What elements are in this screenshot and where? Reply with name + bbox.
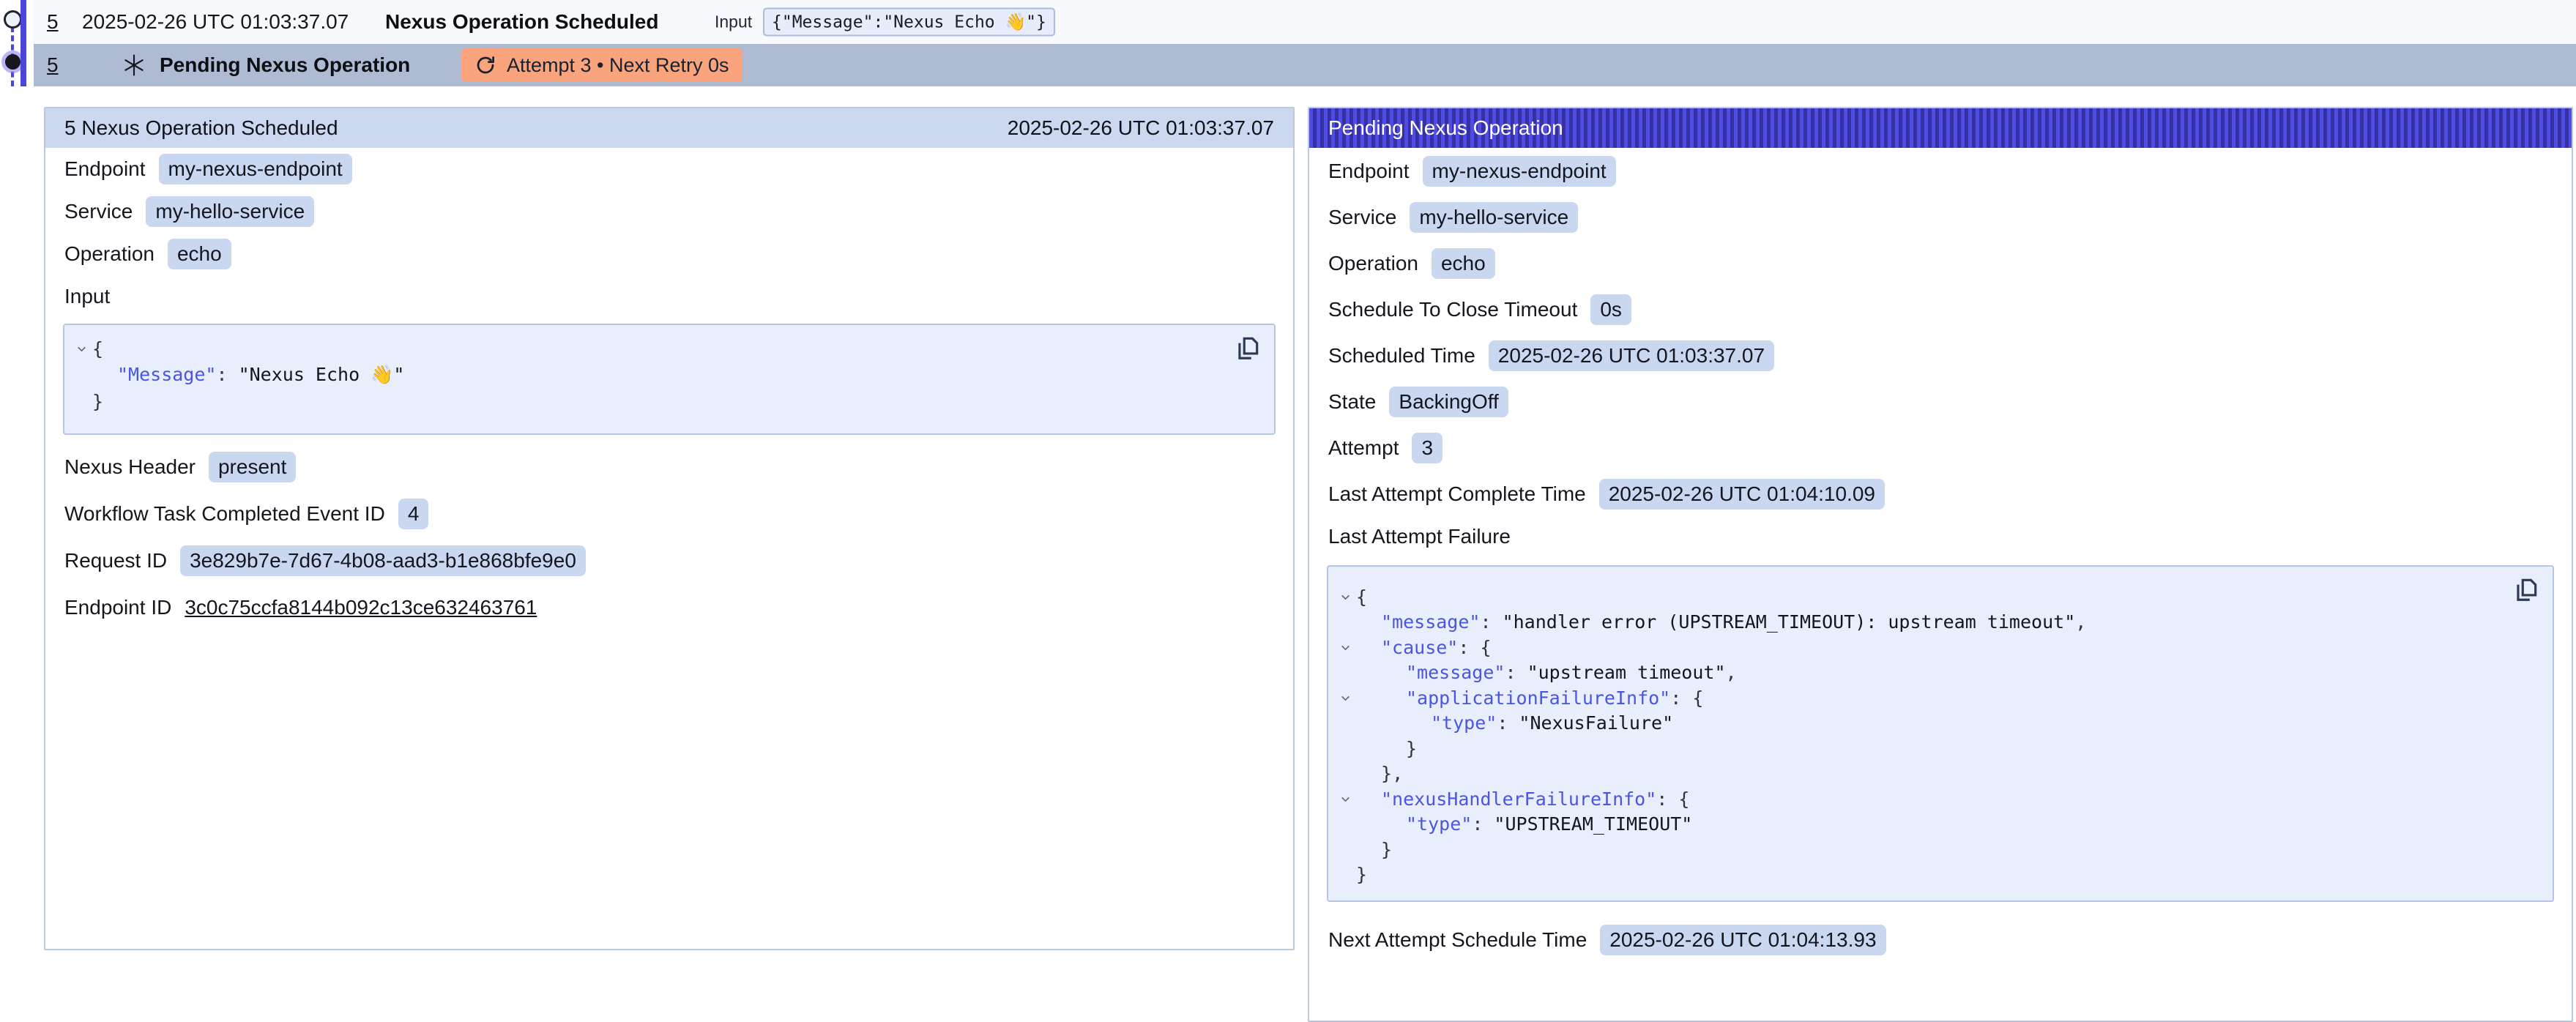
detail-row-endpoint: Endpoint my-nexus-endpoint [45,148,1293,190]
collapse-chevron-icon[interactable] [1334,692,1356,704]
collapse-chevron-icon[interactable] [1334,591,1356,603]
retry-icon [474,54,496,76]
json-code-text: "type": "NexusFailure" [1356,712,1673,734]
json-code-line: "message": "handler error (UPSTREAM_TIME… [1334,610,2509,635]
json-code-text: }, [1356,763,1403,784]
pending-row-endpoint: Endpoint my-nexus-endpoint [1309,148,2572,194]
endpoint-id-link[interactable]: 3c0c75ccfa8144b092c13ce632463761 [185,596,537,619]
event-input-preview[interactable]: {"Message":"Nexus Echo 👋"} [763,8,1055,37]
event-id-link[interactable]: 5 [47,10,59,34]
input-section-label: Input [45,275,1293,318]
detail-row-wft-completed-event-id: Workflow Task Completed Event ID 4 [45,491,1293,537]
json-code-text: "message": "handler error (UPSTREAM_TIME… [1356,611,2086,633]
json-code-line: "message": "upstream timeout", [1334,660,2509,686]
json-code-text: } [1356,839,1392,860]
detail-row-request-id: Request ID 3e829b7e-7d67-4b08-aad3-b1e86… [45,537,1293,584]
copy-icon [1234,334,1262,362]
timeline-node-selected-icon[interactable] [5,54,21,70]
endpoint-badge: my-nexus-endpoint [1423,156,1616,187]
state-badge: BackingOff [1389,387,1508,417]
nexus-header-badge: present [209,452,296,482]
json-code-text: "nexusHandlerFailureInfo": { [1356,788,1689,810]
json-code-line: } [70,388,1230,414]
json-code-text: "applicationFailureInfo": { [1356,687,1703,709]
pending-row-operation: Operation echo [1309,240,2572,286]
json-code-text: } [92,391,103,412]
json-code-text: } [1356,864,1367,885]
json-code-line: { [70,335,1230,362]
event-detail-timestamp: 2025-02-26 UTC 01:03:37.07 [1008,116,1274,140]
pending-event-id-link[interactable]: 5 [47,53,59,77]
event-detail-panel-header: 5 Nexus Operation Scheduled 2025-02-26 U… [45,108,1293,148]
input-json-viewer: { "Message": "Nexus Echo 👋"} [63,324,1276,435]
collapse-chevron-icon[interactable] [70,343,92,355]
detail-row-operation: Operation echo [45,233,1293,275]
event-summary-row[interactable]: 5 2025-02-26 UTC 01:03:37.07 Nexus Opera… [34,0,2576,44]
detail-row-service: Service my-hello-service [45,190,1293,233]
pending-operation-row[interactable]: 5 Pending Nexus Operation Attempt 3 • Ne… [34,44,2576,86]
failure-json-viewer: { "message": "handler error (UPSTREAM_TIM… [1327,565,2554,902]
json-code-text: { [1356,586,1367,608]
json-code-text: "Message": "Nexus Echo 👋" [92,364,404,386]
operation-badge: echo [1432,248,1495,279]
collapse-chevron-icon[interactable] [1334,641,1356,654]
endpoint-badge: my-nexus-endpoint [159,154,352,184]
last-attempt-complete-time-badge: 2025-02-26 UTC 01:04:10.09 [1599,479,1885,510]
json-code-line: "type": "NexusFailure" [1334,711,2509,736]
json-code-text: } [1356,738,1417,759]
timeline-active-bar [21,0,26,86]
pending-operation-name: Pending Nexus Operation [160,53,410,77]
service-badge: my-hello-service [146,196,314,227]
pending-operation-panel: Pending Nexus Operation Endpoint my-nexu… [1308,107,2573,1022]
collapse-chevron-icon[interactable] [1334,793,1356,805]
operation-badge: echo [168,239,231,269]
json-code-line: "type": "UPSTREAM_TIMEOUT" [1334,812,2509,838]
copy-input-button[interactable] [1233,334,1262,363]
detail-row-endpoint-id: Endpoint ID 3c0c75ccfa8144b092c13ce63246… [45,584,1293,631]
json-code-line: { [1334,584,2509,610]
scheduled-time-badge: 2025-02-26 UTC 01:03:37.07 [1489,340,1774,371]
event-timestamp: 2025-02-26 UTC 01:03:37.07 [82,10,349,34]
pending-panel-title: Pending Nexus Operation [1328,116,1563,140]
retry-badge-text: Attempt 3 • Next Retry 0s [507,54,729,77]
json-code-line: "Message": "Nexus Echo 👋" [70,362,1230,388]
json-code-line: } [1334,736,2509,761]
pending-row-service: Service my-hello-service [1309,194,2572,240]
copy-failure-button[interactable] [2512,575,2541,605]
event-detail-panel: 5 Nexus Operation Scheduled 2025-02-26 U… [44,107,1295,950]
pending-operation-panel-header: Pending Nexus Operation [1309,108,2572,148]
json-code-line: "applicationFailureInfo": { [1334,685,2509,711]
json-code-text: { [92,338,103,359]
request-id-badge: 3e829b7e-7d67-4b08-aad3-b1e868bfe9e0 [180,545,586,576]
pending-row-schedule-to-close-timeout: Schedule To Close Timeout 0s [1309,286,2572,332]
json-code-line: }, [1334,761,2509,787]
json-code-text: "cause": { [1356,637,1492,658]
last-attempt-failure-label: Last Attempt Failure [1309,517,2572,556]
copy-icon [2512,575,2540,603]
json-code-text: "type": "UPSTREAM_TIMEOUT" [1356,813,1692,835]
next-attempt-schedule-time-badge: 2025-02-26 UTC 01:04:13.93 [1600,925,1886,955]
pending-row-state: State BackingOff [1309,378,2572,425]
event-name: Nexus Operation Scheduled [385,10,658,34]
json-code-line: "cause": { [1334,635,2509,660]
timeline-node-open-icon[interactable] [4,10,22,29]
json-code-line: } [1334,862,2509,888]
json-code-line: } [1334,837,2509,862]
retry-status-badge: Attempt 3 • Next Retry 0s [461,48,742,82]
service-badge: my-hello-service [1410,202,1578,233]
pending-row-last-attempt-complete-time: Last Attempt Complete Time 2025-02-26 UT… [1309,471,2572,517]
json-code-line: "nexusHandlerFailureInfo": { [1334,786,2509,812]
detail-row-nexus-header: Nexus Header present [45,444,1293,491]
wft-completed-event-id-badge: 4 [398,499,429,529]
pending-asterisk-icon [122,53,146,78]
pending-row-attempt: Attempt 3 [1309,425,2572,471]
event-input-label: Input [715,12,752,32]
event-detail-title: 5 Nexus Operation Scheduled [64,116,338,140]
schedule-to-close-timeout-badge: 0s [1590,294,1631,325]
json-code-text: "message": "upstream timeout", [1356,662,1737,683]
pending-row-scheduled-time: Scheduled Time 2025-02-26 UTC 01:03:37.0… [1309,332,2572,378]
attempt-badge: 3 [1412,433,1443,463]
